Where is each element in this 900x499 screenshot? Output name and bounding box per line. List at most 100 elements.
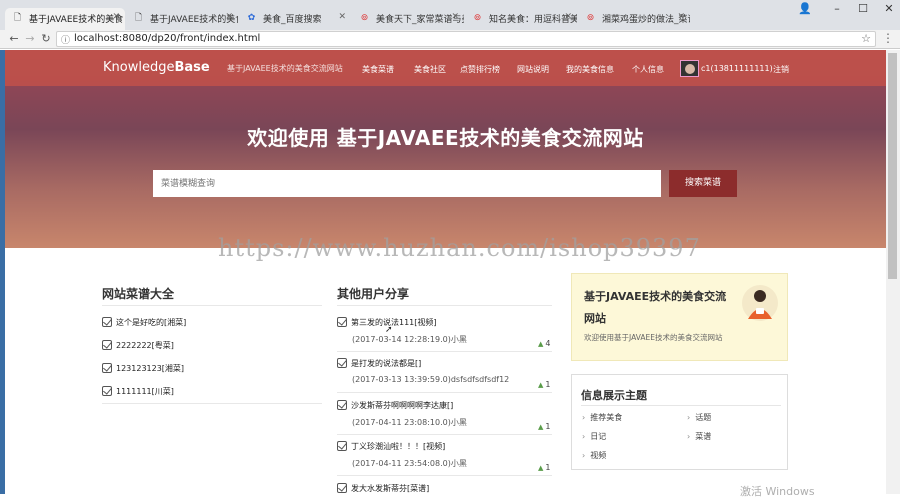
- category-diary[interactable]: 日记: [582, 431, 606, 442]
- tab-title: 基于JAVAEE技术的美食: [29, 15, 124, 25]
- browser-tab-4[interactable]: ⊚ 美食天下_家常菜谱与美 ✕: [352, 8, 464, 30]
- scrollbar-thumb[interactable]: [888, 53, 897, 279]
- info-panel: 信息展示主题 推荐美食 话题 日记 菜谱 视频: [571, 374, 788, 470]
- close-icon[interactable]: ✕: [338, 12, 346, 22]
- brand-bold: Base: [174, 60, 210, 75]
- url-text[interactable]: localhost:8080/dp20/front/index.html: [74, 33, 260, 44]
- checkbox-icon: [337, 400, 347, 410]
- nav-item-community[interactable]: 美食社区: [414, 64, 446, 75]
- reload-icon[interactable]: ↻: [38, 31, 54, 47]
- search-input[interactable]: [153, 170, 661, 197]
- recipe-item[interactable]: 123123123[湘菜]: [102, 363, 184, 374]
- site-logo[interactable]: KnowledgeBase: [103, 60, 210, 75]
- nav-item-recipes[interactable]: 美食菜谱: [362, 64, 394, 75]
- divider: [102, 305, 322, 306]
- checkbox-icon: [102, 317, 112, 327]
- browser-tab-3[interactable]: ✿ 美食_百度搜索 ✕: [239, 8, 351, 30]
- shares-title: 其他用户分享: [337, 287, 410, 301]
- like-value: 1: [545, 380, 551, 389]
- recipe-label: 这个是好吃的[湘菜]: [116, 318, 187, 327]
- share-title-text: 是打发的说法都是[]: [351, 359, 422, 368]
- site-icon: ⊚: [586, 13, 595, 23]
- share-title-text: 发大水发斯蒂芬[菜谱]: [351, 484, 430, 493]
- browser-tab-6[interactable]: ⊚ 湘菜鸡蛋炒的做法_菜谱 ✕: [578, 8, 690, 30]
- close-window-button[interactable]: ✕: [874, 0, 900, 18]
- category-recipe[interactable]: 菜谱: [687, 431, 711, 442]
- checkbox-icon: [337, 358, 347, 368]
- like-value: 1: [545, 463, 551, 472]
- promo-panel: 基于JAVAEE技术的美食交流网站 欢迎使用基于JAVAEE技术的美食交流网站: [571, 273, 788, 361]
- avatar[interactable]: [680, 60, 699, 77]
- close-icon[interactable]: ✕: [451, 12, 459, 22]
- browser-tab-1[interactable]: 🗋 基于JAVAEE技术的美食 ✕: [5, 8, 125, 30]
- user-name[interactable]: c1(13811111111): [701, 64, 773, 73]
- site-icon: ⊚: [473, 13, 482, 23]
- divider: [581, 405, 781, 406]
- like-count[interactable]: ▲ 4: [538, 339, 550, 348]
- nav-item-profile[interactable]: 个人信息: [632, 64, 664, 75]
- share-meta: (2017-03-13 13:39:59.0)dsfsdfsdfsdf12: [352, 375, 510, 384]
- recipe-item[interactable]: 2222222[粤菜]: [102, 340, 174, 351]
- close-icon[interactable]: ✕: [112, 12, 120, 22]
- category-video[interactable]: 视频: [582, 450, 606, 461]
- category-topic[interactable]: 话题: [687, 412, 711, 423]
- share-title[interactable]: 发大水发斯蒂芬[菜谱]: [337, 483, 429, 494]
- nav-item-my-food[interactable]: 我的美食信息: [566, 64, 614, 75]
- back-icon[interactable]: ←: [6, 31, 22, 47]
- search-button[interactable]: 搜索菜谱: [669, 170, 737, 197]
- info-icon[interactable]: ⓘ: [61, 33, 70, 46]
- page-icon: 🗋: [134, 13, 143, 23]
- address-bar[interactable]: ⓘ localhost:8080/dp20/front/index.html ☆: [56, 31, 876, 47]
- thumbs-up-icon: ▲: [538, 381, 544, 389]
- site-icon: ⊚: [360, 13, 369, 23]
- chef-mascot-icon: [742, 285, 778, 321]
- share-title-text: 第三发的说法111[视频]: [351, 318, 437, 327]
- recipe-item[interactable]: 这个是好吃的[湘菜]: [102, 317, 186, 328]
- share-title[interactable]: 丁义珍潮汕啦！！！[视频]: [337, 441, 445, 452]
- paw-icon: ✿: [247, 13, 256, 23]
- share-title-text: 沙发斯蒂芬啊啊啊啊李达康[]: [351, 401, 454, 410]
- recipe-item[interactable]: 1111111[川菜]: [102, 386, 174, 397]
- recipe-label: 2222222[粤菜]: [116, 341, 174, 350]
- share-title[interactable]: 是打发的说法都是[]: [337, 358, 421, 369]
- checkbox-icon: [337, 317, 347, 327]
- page-icon: 🗋: [13, 13, 22, 23]
- star-icon[interactable]: ☆: [861, 32, 871, 45]
- category-recommended[interactable]: 推荐美食: [582, 412, 622, 423]
- nav-item-ranking[interactable]: 点赞排行榜: [460, 64, 500, 75]
- divider: [337, 475, 552, 476]
- close-icon[interactable]: ✕: [677, 12, 685, 22]
- divider: [102, 403, 322, 404]
- share-meta: (2017-04-11 23:08:10.0)小黑: [352, 418, 467, 427]
- like-count[interactable]: ▲ 1: [538, 380, 550, 389]
- browser-tabstrip: 🗋 基于JAVAEE技术的美食 ✕ 🗋 基于JAVAEE技术的美食 ✕ ✿ 美食…: [0, 0, 900, 30]
- site-navbar: KnowledgeBase 基于JAVAEE技术的美食交流网站 美食菜谱 美食社…: [5, 50, 886, 86]
- forward-icon[interactable]: →: [22, 31, 38, 47]
- browser-tab-5[interactable]: ⊚ 知名美食：用逗科普美 ✕: [465, 8, 577, 30]
- brand-plain: Knowledge: [103, 60, 175, 75]
- user-icon[interactable]: 👤: [790, 0, 820, 18]
- recipes-title: 网站菜谱大全: [102, 287, 175, 301]
- windows-activation-watermark: 激活 Windows: [740, 485, 815, 498]
- browser-tab-2[interactable]: 🗋 基于JAVAEE技术的美食 ✕: [126, 8, 238, 30]
- thumbs-up-icon: ▲: [538, 340, 544, 348]
- share-title[interactable]: 沙发斯蒂芬啊啊啊啊李达康[]: [337, 400, 453, 411]
- close-icon[interactable]: ✕: [225, 12, 233, 22]
- info-title: 信息展示主题: [581, 389, 647, 402]
- checkbox-icon: [337, 483, 347, 493]
- nav-item-logout[interactable]: 注销: [773, 64, 789, 75]
- checkbox-icon: [337, 441, 347, 451]
- like-count[interactable]: ▲ 1: [538, 463, 550, 472]
- menu-icon[interactable]: ⋮: [882, 31, 894, 45]
- mouse-cursor-icon: ➚: [385, 325, 393, 335]
- search-box[interactable]: [153, 170, 661, 197]
- site-tagline: 基于JAVAEE技术的美食交流网站: [227, 64, 343, 73]
- hero-title: 欢迎使用 基于JAVAEE技术的美食交流网站: [247, 126, 644, 150]
- like-count[interactable]: ▲ 1: [538, 422, 550, 431]
- nav-item-about[interactable]: 网站说明: [517, 64, 549, 75]
- watermark: https://www.huzhan.com/ishop39397: [218, 234, 701, 262]
- close-icon[interactable]: ✕: [564, 12, 572, 22]
- hero-banner: KnowledgeBase 基于JAVAEE技术的美食交流网站 美食菜谱 美食社…: [5, 50, 886, 248]
- scrollbar[interactable]: [886, 50, 900, 494]
- divider: [337, 351, 552, 352]
